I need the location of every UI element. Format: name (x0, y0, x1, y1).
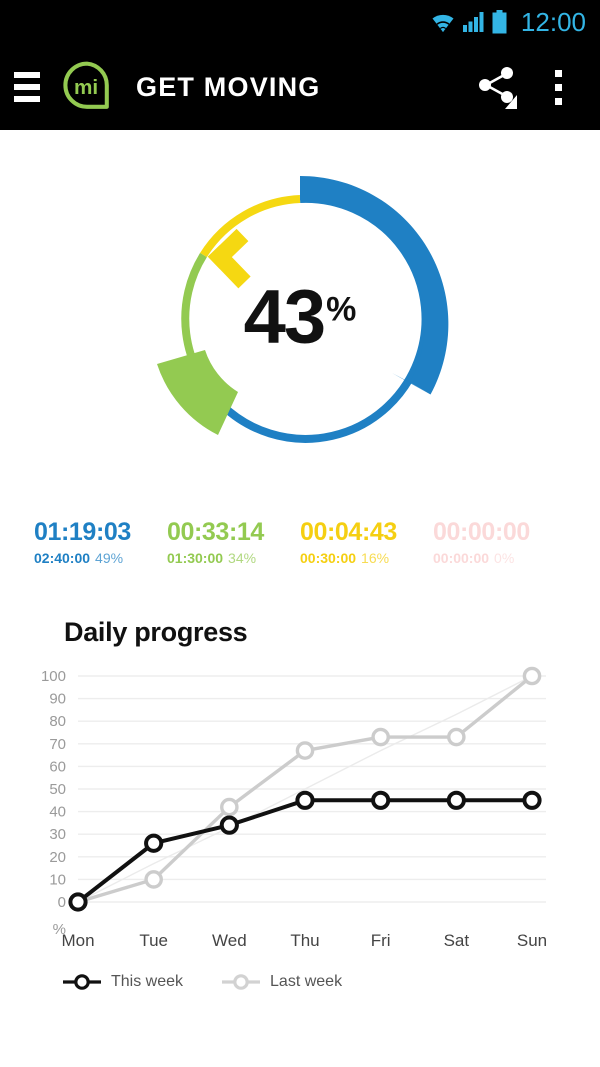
zone-stat-green[interactable]: 00:33:14 01:30:00 34% (167, 518, 300, 567)
app-title: GET MOVING (136, 71, 321, 102)
chart-data-point[interactable] (295, 790, 315, 810)
zone-elapsed-time: 00:00:00 (433, 518, 530, 546)
chart-y-tick-label: 40 (49, 803, 66, 820)
legend-label-last-week: Last week (270, 972, 343, 990)
legend-item-this-week[interactable]: This week (62, 973, 183, 991)
chart-title: Daily progress (64, 616, 248, 647)
status-bar-clock: 12:00 (520, 7, 586, 37)
chart-x-tick-label: Wed (212, 931, 247, 950)
chart-x-tick-label: Thu (290, 931, 319, 950)
chart-data-point[interactable] (144, 869, 163, 889)
zone-stat-red[interactable]: 00:00:00 00:00:00 0% (433, 518, 566, 567)
status-bar: 12:00 (0, 0, 600, 44)
status-bar-icons: 12:00 (430, 9, 586, 35)
legend-label-this-week: This week (111, 972, 184, 990)
zone-goal-time: 00:00:00 (433, 549, 490, 566)
chart-data-point[interactable] (522, 666, 542, 685)
zone-percent: 0% (494, 549, 515, 566)
hamburger-menu-icon[interactable] (0, 44, 54, 130)
zone-stat-yellow[interactable]: 00:04:43 00:30:00 16% (300, 518, 433, 567)
zone-percent: 49% (95, 549, 124, 566)
donut-svg (157, 175, 449, 443)
battery-icon (492, 10, 507, 34)
chart-y-tick-label: 10 (49, 871, 66, 888)
chart-series-line (76, 797, 534, 904)
chart-x-tick-label: Tue (139, 931, 168, 950)
chart-data-point[interactable] (371, 727, 390, 746)
chart-data-point[interactable] (68, 891, 88, 912)
daily-progress-chart: 0 10 20 30 40 50 60 70 80 90 100% Mon Tue Wed Thu Fri Sa… (0, 664, 600, 959)
zone-stats-row: 01:19:03 02:40:00 49% 00:33:14 01:30:00 34… (0, 494, 600, 567)
chart-y-tick-label: 100 (41, 668, 66, 685)
chart-x-tick-label: Fri (371, 931, 391, 950)
chart-y-tick-label: 80 (49, 713, 66, 730)
share-button[interactable] (466, 56, 528, 118)
chart-y-tick-label: 60 (49, 758, 66, 775)
cellular-signal-icon (462, 12, 484, 32)
overflow-menu-icon[interactable] (538, 56, 578, 118)
legend-item-last-week[interactable]: Last week (221, 973, 342, 991)
app-bar: mi GET MOVING (0, 44, 600, 130)
donut-progress-blue (300, 175, 449, 395)
zone-percent: 16% (361, 549, 390, 566)
line-chart-svg: 0102030405060708090100%Mon Tue Wed Thu Fri Sa… (41, 666, 547, 950)
chart-data-point[interactable] (447, 727, 466, 746)
chart-legend: This week Last week (62, 973, 600, 991)
chart-x-tick-label: Sun (517, 931, 547, 950)
chart-y-tick-label: 70 (49, 735, 66, 752)
chart-data-point[interactable] (295, 740, 315, 760)
share-icon (479, 67, 517, 109)
chart-data-point[interactable] (446, 790, 466, 810)
zone-goal-time: 01:30:00 (167, 549, 224, 566)
zone-goal-time: 02:40:00 (34, 549, 91, 566)
chart-data-point[interactable] (522, 790, 542, 810)
chart-data-point[interactable] (144, 833, 164, 853)
donut-progress-arcs (157, 175, 449, 435)
chart-data-point[interactable] (220, 797, 239, 816)
chart-x-tick-label: Sat (444, 931, 470, 950)
zone-goal-time: 00:30:00 (300, 549, 357, 566)
activity-donut-chart: 43% (0, 144, 600, 494)
chart-data-point[interactable] (219, 815, 239, 835)
mi-logo-icon: mi (63, 61, 109, 109)
chart-y-tick-label: 0 (58, 894, 66, 911)
chart-y-tick-label: 90 (49, 690, 66, 707)
chart-x-tick-label: Mon (61, 931, 94, 950)
chart-data-point[interactable] (371, 790, 391, 810)
zone-percent: 34% (228, 549, 257, 566)
zone-elapsed-time: 01:19:03 (34, 518, 131, 546)
legend-marker-last-week (222, 973, 261, 990)
chart-y-tick-label: 50 (49, 781, 66, 798)
chart-y-tick-label: 30 (49, 826, 66, 843)
svg-text:mi: mi (74, 76, 98, 99)
wifi-icon (432, 14, 454, 32)
daily-progress-section: Daily progress 0 10 20 30 40 50 60 70 80 90 100% Mo… (0, 567, 600, 991)
zone-stat-blue[interactable]: 01:19:03 02:40:00 49% (34, 518, 167, 567)
chart-y-tick-label: 20 (49, 848, 66, 865)
zone-elapsed-time: 00:04:43 (300, 518, 397, 546)
zone-elapsed-time: 00:33:14 (167, 518, 264, 546)
legend-marker-this-week (63, 973, 101, 990)
